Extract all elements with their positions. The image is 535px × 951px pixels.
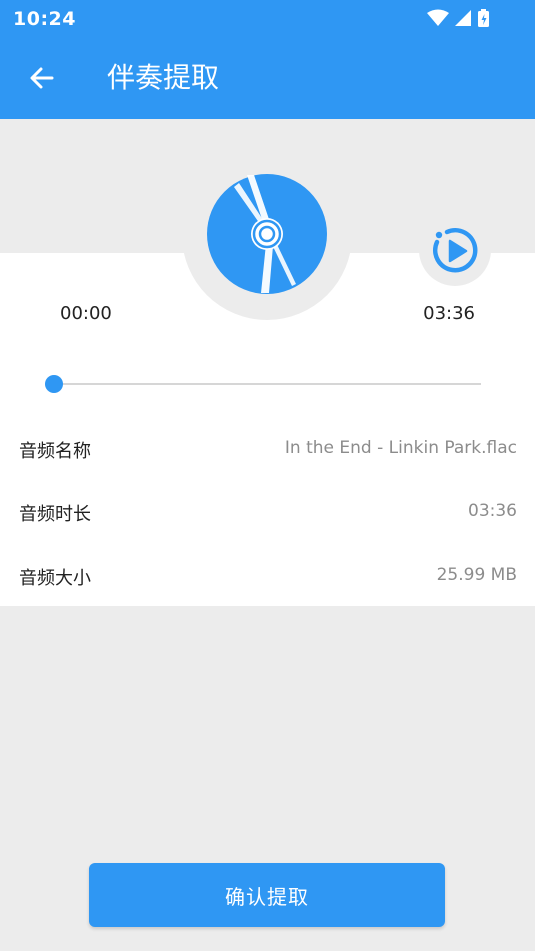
status-icons [425, 7, 495, 33]
wifi-icon [427, 9, 449, 26]
page-title: 伴奏提取 [107, 61, 220, 94]
status-time: 10:24 [13, 8, 76, 30]
disc-icon [206, 173, 328, 295]
play-circle-icon [433, 228, 478, 273]
status-bar: 10:24 [0, 0, 535, 36]
play-button[interactable] [428, 224, 482, 278]
app-header: 10:24 伴奏提取 [0, 0, 535, 119]
info-value: In the End - Linkin Park.flac [284, 438, 517, 458]
info-row-duration: 音频时长 03:36 [0, 492, 535, 532]
slider-thumb[interactable] [45, 375, 63, 393]
info-label: 音频名称 [19, 441, 91, 462]
info-row-size: 音频大小 25.99 MB [0, 556, 535, 596]
signal-icon [455, 10, 471, 26]
battery-icon [478, 9, 489, 27]
progress-slider[interactable] [54, 383, 481, 385]
confirm-extract-button[interactable]: 确认提取 [89, 863, 445, 927]
info-value: 03:36 [468, 501, 517, 521]
back-button[interactable] [22, 58, 62, 98]
info-label: 音频大小 [19, 568, 91, 589]
info-row-name: 音频名称 In the End - Linkin Park.flac [0, 429, 535, 469]
total-time: 03:36 [423, 303, 475, 324]
info-label: 音频时长 [19, 504, 91, 525]
info-value: 25.99 MB [436, 565, 517, 585]
current-time: 00:00 [60, 303, 112, 324]
arrow-left-icon [30, 67, 54, 89]
